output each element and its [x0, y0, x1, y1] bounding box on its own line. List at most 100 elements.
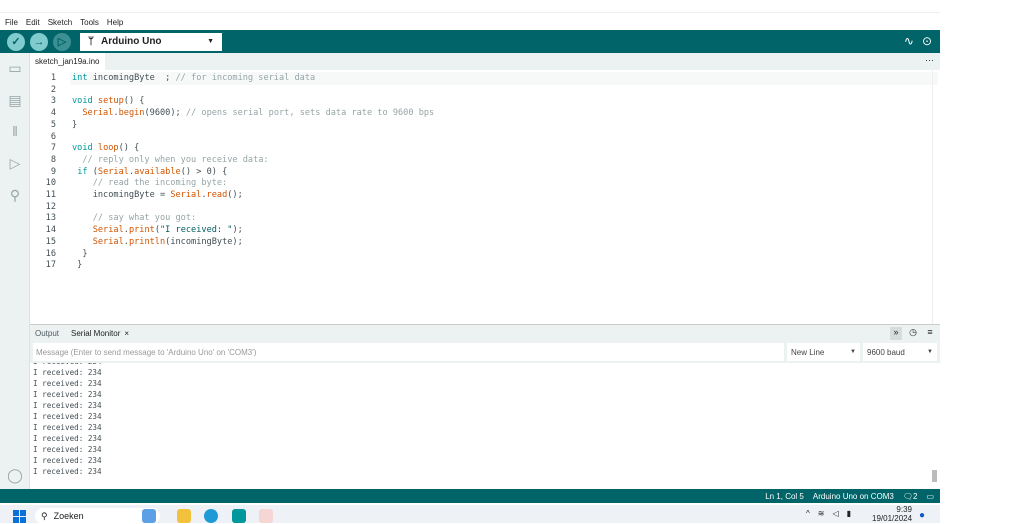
search-icon: ⚲ — [41, 510, 48, 521]
clear-output-icon[interactable]: ≡ — [924, 327, 936, 340]
menu-tools[interactable]: Tools — [80, 18, 99, 27]
arrow-right-icon: → — [33, 35, 45, 48]
chevron-down-icon: ▼ — [850, 349, 856, 355]
file-tab[interactable]: sketch_jan19a.ino — [30, 53, 105, 70]
close-icon[interactable]: × — [124, 329, 129, 338]
code-token: (9600); — [144, 108, 186, 119]
code-token: () { — [118, 143, 140, 154]
code-token: } — [72, 248, 88, 259]
autoscroll-icon[interactable]: » — [890, 327, 902, 340]
menu-file[interactable]: File — [5, 18, 18, 27]
serial-output-line: I received: 234 — [33, 368, 102, 377]
widgets-icon[interactable] — [142, 509, 156, 523]
serial-plotter-icon[interactable]: ∿ — [904, 34, 914, 48]
line-number: 4 — [50, 108, 56, 119]
output-scrollbar[interactable] — [932, 470, 937, 482]
code-token: begin — [118, 108, 145, 119]
arduino-app-icon[interactable] — [232, 509, 246, 523]
clock[interactable]: 9:39 19/01/2024 — [872, 505, 912, 523]
line-number: 16 — [45, 248, 56, 259]
board-port-status[interactable]: Arduino Uno on COM3 — [813, 492, 894, 501]
line-ending-value: New Line — [791, 347, 825, 357]
notification-bell-icon[interactable]: ● — [919, 510, 925, 521]
menu-edit[interactable]: Edit — [26, 18, 40, 27]
windows-taskbar: ⚲ Zoeken ^ ≋ ◁ ▮ 9:39 19/01/2024 ● — [0, 505, 940, 524]
usb-icon: ᛘ — [88, 36, 94, 47]
serial-output: I received: 234 I received: 234 I received… — [30, 363, 940, 488]
baud-rate-select[interactable]: 9600 baud ▼ — [863, 343, 937, 361]
search-icon[interactable]: ⚲ — [7, 187, 23, 203]
line-number: 5 — [50, 119, 56, 130]
chevron-up-icon[interactable]: ^ — [806, 509, 810, 518]
code-token: (incomingByte); — [165, 236, 243, 247]
menu-help[interactable]: Help — [107, 18, 123, 27]
snipping-tool-icon[interactable] — [259, 509, 273, 523]
line-number: 2 — [50, 84, 56, 95]
editor-tab-bar: sketch_jan19a.ino ··· — [30, 53, 940, 70]
code-token: // reply only when you receive data: — [72, 154, 269, 165]
line-number: 12 — [45, 201, 56, 212]
serial-input-row: Message (Enter to send message to 'Ardui… — [30, 341, 940, 363]
menu-bar: File Edit Sketch Tools Help — [0, 14, 940, 30]
editor-scrollbar[interactable] — [932, 70, 940, 324]
code-token: // say what you got: — [72, 213, 197, 224]
code-token: Serial — [97, 166, 129, 177]
wifi-icon[interactable]: ≋ — [818, 509, 825, 518]
folder-icon[interactable]: ▭ — [7, 60, 23, 76]
serial-output-line: I received: 234 — [33, 467, 102, 476]
line-number: 6 — [50, 131, 56, 142]
library-icon[interactable]: ‖ — [7, 123, 23, 139]
upload-button[interactable]: → — [30, 32, 48, 51]
battery-icon[interactable]: ▮ — [847, 509, 851, 518]
timestamp-icon[interactable]: ◷ — [907, 327, 919, 340]
debug-icon[interactable]: ▷ — [7, 155, 23, 171]
board-name: Arduino Uno — [101, 36, 162, 47]
code-text: int incomingByte ; // for incoming seria… — [72, 73, 315, 85]
debug-icon: ▷ — [57, 36, 67, 48]
code-token: incomingByte ; — [87, 73, 176, 83]
line-number: 11 — [45, 190, 56, 200]
code-text: } — [72, 120, 77, 132]
volume-icon[interactable]: ◁ — [832, 509, 838, 518]
verify-button[interactable]: ✓ — [7, 32, 25, 51]
code-token: loop — [97, 143, 119, 154]
notifications[interactable]: 🗨2 — [903, 492, 918, 501]
file-explorer-icon[interactable] — [177, 509, 191, 523]
code-text: incomingByte = Serial.read(); — [72, 190, 243, 202]
debug-button[interactable]: ▷ — [53, 32, 71, 51]
menu-sketch[interactable]: Sketch — [48, 18, 72, 27]
board-manager-icon[interactable]: ▤ — [7, 92, 23, 108]
serial-output-line: I received: 234 — [33, 423, 102, 432]
cursor-position[interactable]: Ln 1, Col 5 — [765, 492, 804, 501]
code-token: void — [72, 96, 93, 107]
tab-output[interactable]: Output — [35, 329, 59, 338]
windows-start-icon[interactable] — [13, 510, 26, 523]
code-token: incomingByte = — [72, 190, 171, 200]
message-input[interactable]: Message (Enter to send message to 'Ardui… — [33, 343, 784, 361]
bell-icon: 🗨 — [902, 491, 913, 501]
serial-output-line: I received: 234 — [33, 412, 102, 421]
code-token: read — [206, 190, 228, 200]
code-editor[interactable]: 1 int incomingByte ; // for incoming seri… — [30, 70, 940, 324]
code-text: void setup() { — [72, 96, 144, 108]
serial-output-line: I received: 234 — [33, 379, 102, 388]
code-text: // say what you got: — [72, 213, 197, 225]
notification-count: 2 — [912, 491, 918, 501]
code-text: Serial.begin(9600); // opens serial port… — [72, 108, 434, 120]
code-token: } — [72, 119, 78, 130]
panel-toggle-icon[interactable]: ▭ — [926, 492, 934, 501]
account-icon[interactable]: ◯ — [7, 467, 23, 483]
board-selector[interactable]: ᛘ Arduino Uno ▼ — [80, 32, 222, 51]
code-token: setup — [97, 96, 124, 107]
code-token: // opens serial port, sets data rate to … — [185, 108, 435, 119]
code-token: () > 0) { — [180, 166, 228, 177]
code-token: void — [72, 143, 93, 154]
more-icon[interactable]: ··· — [925, 55, 934, 65]
code-text: } — [72, 248, 88, 261]
code-token: (); — [227, 190, 243, 200]
serial-monitor-icon[interactable]: ⊙ — [922, 34, 932, 48]
tab-serial-monitor[interactable]: Serial Monitor × — [71, 329, 129, 338]
line-ending-select[interactable]: New Line ▼ — [787, 343, 860, 361]
edge-icon[interactable] — [204, 509, 218, 523]
